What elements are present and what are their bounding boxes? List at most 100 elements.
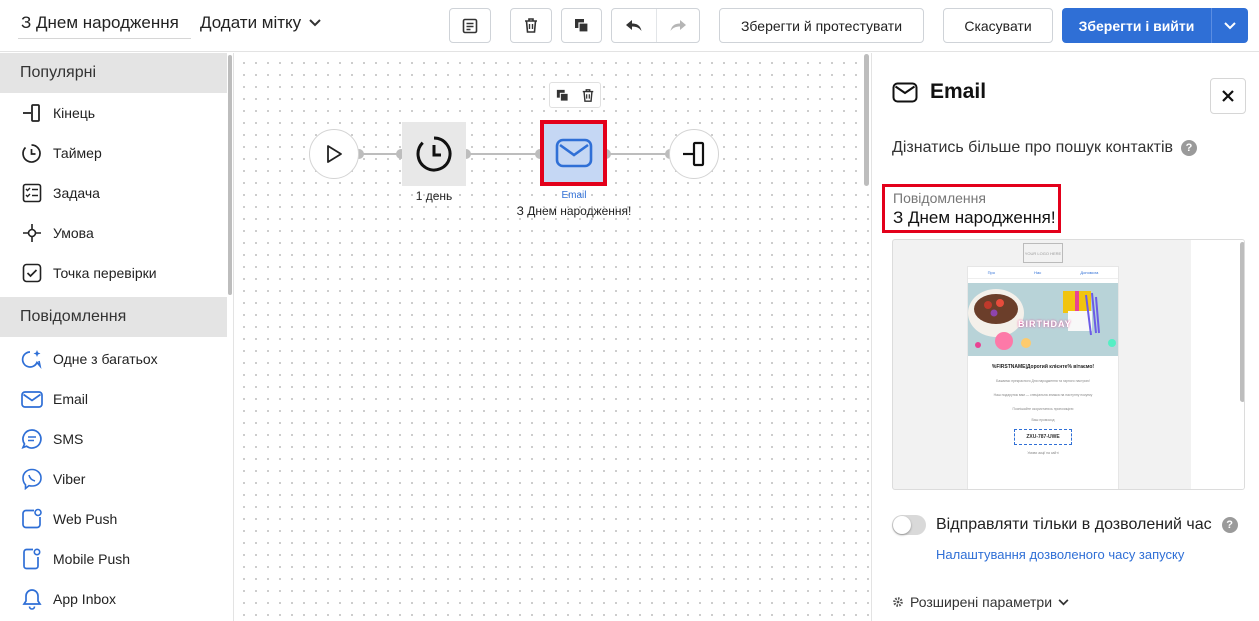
end-node[interactable]	[669, 129, 719, 179]
play-icon	[327, 145, 342, 163]
learn-more-contacts-link[interactable]: Дізнатись більше про пошук контактів ?	[892, 139, 1197, 157]
email-footer-text: Умови акції на сайті	[1027, 451, 1059, 455]
palette-item-viber[interactable]: Viber	[0, 459, 233, 499]
palette-item-one-of-many[interactable]: Одне з багатьох	[0, 339, 233, 379]
start-node[interactable]	[309, 129, 359, 179]
delete-node-button[interactable]	[575, 83, 600, 107]
promo-code: ZXU-787-UWE	[1014, 429, 1072, 445]
allowed-time-toggle[interactable]	[892, 515, 926, 535]
palette-item-timer[interactable]: Таймер	[0, 133, 233, 173]
chevron-down-icon	[1224, 21, 1236, 29]
connector	[466, 153, 540, 155]
learn-more-text: Дізнатись більше про пошук контактів	[892, 139, 1173, 156]
palette-item-checkpoint[interactable]: Точка перевірки	[0, 253, 233, 293]
web-push-icon	[20, 508, 43, 531]
timer-node[interactable]	[402, 122, 466, 186]
section-popular-title: Популярні	[0, 53, 227, 93]
trash-icon	[525, 18, 537, 33]
cancel-button[interactable]: Скасувати	[943, 8, 1053, 43]
email-nav: Про Нас Допомога	[968, 267, 1118, 279]
email-heading: %FIRSTNAME|Дорогий клієнте% вітаємо!	[991, 364, 1095, 370]
canvas-scrollbar[interactable]	[864, 54, 869, 186]
email-document: Про Нас Допомога BIRTHDAY %FIRSTNAME|Дор…	[967, 266, 1119, 489]
checkpoint-icon	[20, 262, 43, 285]
panel-header: Email	[892, 80, 986, 104]
save-and-exit-button[interactable]: Зберегти і вийти	[1062, 8, 1211, 43]
timer-icon	[416, 136, 452, 172]
palette-item-end[interactable]: Кінець	[0, 93, 233, 133]
delete-button[interactable]	[510, 8, 552, 43]
palette-item-label: Кінець	[53, 105, 96, 121]
palette-item-label: App Inbox	[53, 591, 117, 607]
email-small-text: Ваш промокод	[1031, 418, 1055, 422]
connector	[606, 153, 670, 155]
copy-icon	[575, 19, 589, 33]
palette-item-label: Одне з багатьох	[53, 351, 158, 367]
palette-item-label: Web Push	[53, 511, 118, 527]
advanced-settings-label: Розширені параметри	[910, 594, 1053, 610]
email-node[interactable]	[540, 120, 607, 186]
message-value: З Днем народження!	[893, 208, 1056, 227]
envelope-icon	[20, 388, 43, 411]
email-preview[interactable]: YOUR LOGO HERE Про Нас Допомога BIRTHDAY…	[892, 239, 1245, 490]
node-palette-sidebar: Популярні Кінець Таймер Задача Умова Точ…	[0, 53, 234, 621]
undo-button[interactable]	[612, 9, 656, 42]
sparkle-chat-icon	[20, 348, 43, 371]
redo-button[interactable]	[655, 9, 700, 42]
advanced-settings-toggle[interactable]: Розширені параметри	[892, 594, 1069, 610]
palette-item-label: Viber	[53, 471, 86, 487]
node-settings-panel: Email Дізнатись більше про пошук контакт…	[871, 53, 1259, 621]
node-mini-toolbar	[549, 82, 601, 108]
save-and-test-button[interactable]: Зберегти й протестувати	[719, 8, 924, 43]
help-icon[interactable]: ?	[1221, 517, 1238, 533]
email-paragraph: Поспішайте скористатись пропозицією	[1012, 407, 1074, 411]
sidebar-scrollbar[interactable]	[228, 55, 232, 295]
trash-icon	[582, 88, 593, 102]
journey-name-input[interactable]: З Днем народження	[18, 7, 191, 39]
message-label: Повідомлення	[893, 190, 986, 206]
chevron-down-icon	[1058, 598, 1069, 605]
timer-node-label: 1 день	[415, 189, 453, 203]
palette-item-label: Задача	[53, 185, 100, 201]
viber-icon	[20, 468, 43, 491]
palette-item-email[interactable]: Email	[0, 379, 233, 419]
palette-item-label: Mobile Push	[53, 551, 131, 567]
allowed-time-settings-link[interactable]: Налаштування дозволеного часу запуску	[936, 547, 1184, 562]
close-panel-button[interactable]	[1210, 78, 1246, 114]
palette-item-label: Точка перевірки	[53, 265, 157, 281]
copy-node-button[interactable]	[550, 83, 575, 107]
copy-button[interactable]	[561, 8, 602, 43]
save-options-dropdown[interactable]	[1211, 8, 1248, 43]
palette-item-label: SMS	[53, 431, 84, 447]
connector	[359, 153, 401, 155]
preview-scrollbar[interactable]	[1240, 242, 1244, 402]
help-icon[interactable]: ?	[1181, 140, 1197, 156]
birthday-banner: BIRTHDAY	[1018, 319, 1072, 329]
logo-placeholder: YOUR LOGO HERE	[1023, 243, 1063, 263]
palette-item-web-push[interactable]: Web Push	[0, 499, 233, 539]
undo-redo-group	[611, 8, 700, 43]
email-node-type: Email	[561, 190, 587, 201]
exit-icon	[20, 102, 43, 125]
save-and-exit-split-button: Зберегти і вийти	[1062, 8, 1248, 43]
add-tag-dropdown[interactable]: Додати мітку	[200, 8, 321, 38]
copy-icon	[556, 89, 569, 102]
note-icon	[462, 18, 478, 33]
email-paragraph: Бажаємо прекрасного Дня народження та га…	[996, 379, 1090, 383]
envelope-icon	[892, 82, 918, 102]
email-nav-item: Про	[987, 270, 995, 275]
email-node-name: З Днем народження!	[516, 204, 632, 218]
chevron-down-icon	[309, 19, 321, 27]
palette-item-sms[interactable]: SMS	[0, 419, 233, 459]
palette-item-mobile-push[interactable]: Mobile Push	[0, 539, 233, 579]
close-icon	[1222, 90, 1234, 102]
palette-item-condition[interactable]: Умова	[0, 213, 233, 253]
palette-item-label: Умова	[53, 225, 94, 241]
sms-icon	[20, 428, 43, 451]
section-messages-title: Повідомлення	[0, 297, 227, 337]
message-selector[interactable]: Повідомлення З Днем народження!	[882, 184, 1061, 233]
notes-button[interactable]	[449, 8, 491, 43]
palette-item-task[interactable]: Задача	[0, 173, 233, 213]
palette-item-label: Email	[53, 391, 89, 407]
palette-item-app-inbox[interactable]: App Inbox	[0, 579, 233, 619]
